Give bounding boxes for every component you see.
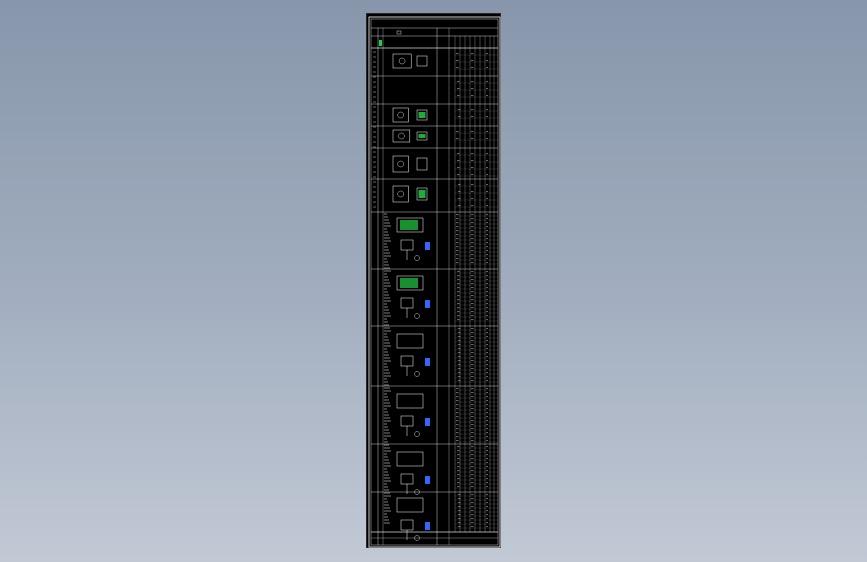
part-sketch-bore [397,160,404,168]
tool-sketch [400,415,414,427]
fixture-sketch [396,393,424,409]
part-sketch-outline [392,155,409,173]
header-symbol [396,30,402,35]
left-column-notes [373,51,391,524]
sheet-outer-border [368,16,501,548]
tool-sketch [400,239,414,251]
part-sketch-outline [392,129,411,143]
tool-accent [425,476,430,484]
part-sketch-bore [397,111,404,119]
clamp-sketch [414,371,420,377]
part-sketch-outline [392,53,412,69]
part-sketch-bore [398,57,406,65]
machined-surface-highlight [418,190,426,198]
parameter-table-fine-rows [455,53,498,529]
fixture-sketch [396,451,424,467]
machined-surface-highlight [418,112,426,118]
part-side-view [416,157,428,171]
process-row-dividers [371,47,498,533]
part-sketch-bore [397,190,404,198]
clamp-sketch [414,431,420,437]
parameter-table-columns [454,36,495,532]
tool-accent [425,418,430,426]
fixture-highlight [400,278,418,288]
tool-sketch [400,519,414,531]
tool-accent [425,242,430,250]
tool-sketch [400,297,414,309]
clamp-sketch [414,255,420,261]
part-sketch-bore [398,132,405,140]
part-sketch-outline [392,185,409,203]
tool-sketch [400,355,414,367]
tool-accent [425,300,430,308]
process-card-drawing [368,16,501,548]
fixture-sketch [396,333,424,349]
tool-accent [425,522,430,530]
tool-accent [425,358,430,366]
part-sketch-outline [392,107,409,123]
fixture-highlight [400,220,418,230]
fixture-sketch [396,497,424,513]
drawing-sheet [366,13,501,548]
machined-surface-highlight [418,134,426,138]
part-side-view [416,55,428,67]
clamp-sketch [414,313,420,319]
tool-sketch [400,473,414,485]
header-green-mark [379,40,382,46]
